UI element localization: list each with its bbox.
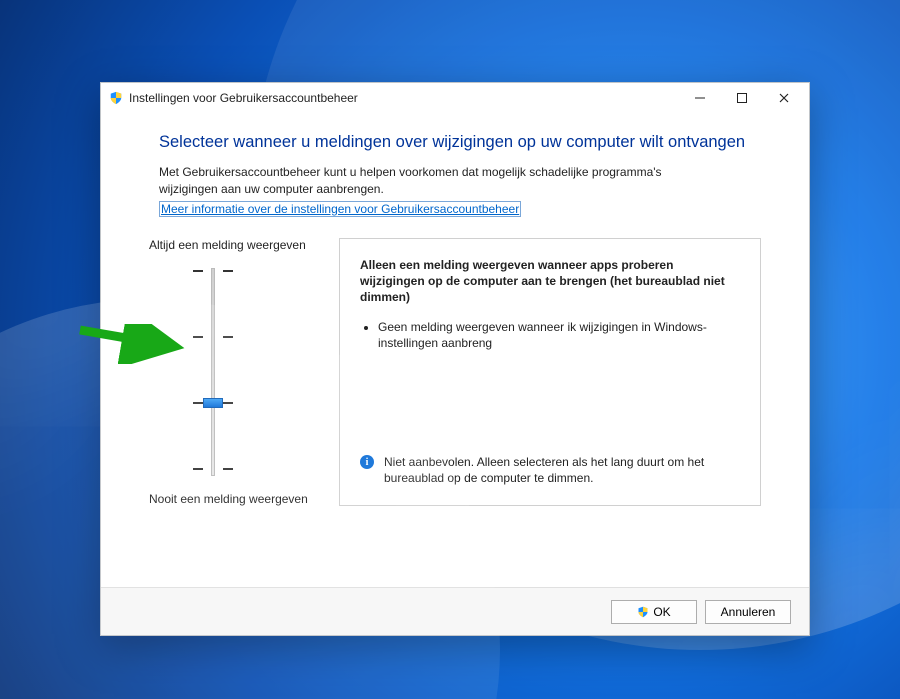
titlebar: Instellingen voor Gebruikersaccountbehee…	[101, 83, 809, 113]
minimize-icon	[695, 93, 705, 103]
slider-thumb[interactable]	[203, 398, 223, 408]
slider-label-top: Altijd een melding weergeven	[149, 238, 339, 252]
recommendation-note: i Niet aanbevolen. Alleen selecteren als…	[360, 434, 740, 486]
maximize-button[interactable]	[721, 83, 763, 113]
ok-button[interactable]: OK	[611, 600, 697, 624]
annotation-arrow-icon	[76, 324, 196, 364]
level-bullet: Geen melding weergeven wanneer ik wijzig…	[378, 319, 740, 351]
slider-track	[211, 268, 215, 476]
page-heading: Selecteer wanneer u meldingen over wijzi…	[159, 133, 761, 152]
uac-settings-window: Instellingen voor Gebruikersaccountbehee…	[100, 82, 810, 636]
client-area: Selecteer wanneer u meldingen over wijzi…	[101, 113, 809, 587]
window-title: Instellingen voor Gebruikersaccountbehee…	[129, 91, 679, 105]
scroll-area[interactable]: Selecteer wanneer u meldingen over wijzi…	[101, 113, 809, 587]
learn-more-link[interactable]: Meer informatie over de instellingen voo…	[159, 201, 521, 217]
slider-label-bottom: Nooit een melding weergeven	[149, 492, 339, 506]
cancel-button[interactable]: Annuleren	[705, 600, 791, 624]
maximize-icon	[737, 93, 747, 103]
shield-icon	[109, 91, 123, 105]
page-description: Met Gebruikersaccountbeheer kunt u helpe…	[159, 164, 719, 198]
level-title: Alleen een melding weergeven wanneer app…	[360, 257, 740, 306]
close-button[interactable]	[763, 83, 805, 113]
level-description-panel: Alleen een melding weergeven wanneer app…	[339, 238, 761, 506]
dialog-footer: OK Annuleren	[101, 587, 809, 635]
notification-slider[interactable]	[179, 262, 249, 482]
close-icon	[779, 93, 789, 103]
shield-icon	[637, 606, 649, 618]
info-icon: i	[360, 455, 374, 469]
minimize-button[interactable]	[679, 83, 721, 113]
